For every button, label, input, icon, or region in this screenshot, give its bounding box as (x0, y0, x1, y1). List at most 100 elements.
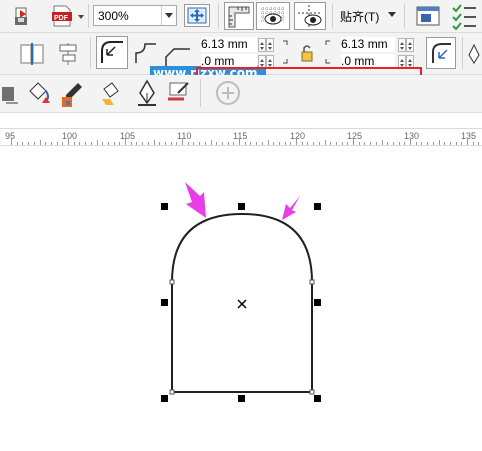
ruler-tick (147, 142, 149, 145)
checklist-icon[interactable] (450, 2, 480, 30)
object-origin-icon[interactable] (18, 41, 46, 67)
full-screen-button[interactable] (184, 4, 210, 27)
outline-pen-icon[interactable] (98, 79, 124, 109)
guidelines-button[interactable] (294, 2, 326, 30)
ruler-tick (119, 142, 121, 145)
ruler-tick (415, 142, 417, 145)
selection-handle[interactable] (161, 395, 168, 402)
ruler-tick (33, 142, 35, 145)
selection-handle[interactable] (161, 299, 168, 306)
ruler-tick (233, 142, 235, 145)
separator (332, 4, 333, 28)
align-icon[interactable] (56, 41, 82, 67)
guidelines-icon (298, 5, 322, 27)
shape-icon[interactable] (0, 81, 20, 107)
selection-handle[interactable] (238, 395, 245, 402)
ruler-tick (330, 142, 332, 145)
export-pdf-icon[interactable]: PDF (52, 5, 72, 27)
ruler-tick (45, 142, 47, 145)
ruler-tick (142, 142, 144, 145)
corner-size-top-left-spinner[interactable] (266, 38, 274, 52)
selection-handle[interactable] (314, 395, 321, 402)
ruler-tick (410, 138, 411, 145)
ruler-tick (85, 142, 87, 145)
corner-node[interactable] (169, 389, 175, 395)
selection-handle[interactable] (314, 299, 321, 306)
relative-corner-scaling-icon (432, 43, 451, 63)
separator (462, 37, 463, 69)
ruler-tick (444, 142, 446, 145)
options-icon[interactable] (414, 4, 442, 28)
chevron-down-icon[interactable] (78, 15, 84, 19)
grid-button[interactable] (256, 2, 290, 30)
ruler-tick (472, 142, 474, 145)
ruler-tick (164, 142, 166, 145)
ruler-tick (153, 140, 155, 145)
selection-handle[interactable] (238, 203, 245, 210)
ruler-tick (313, 142, 315, 145)
ruler-tick (256, 142, 258, 145)
ruler-tick (318, 142, 320, 145)
drawing-canvas[interactable] (0, 146, 482, 451)
ruler-tick (193, 142, 195, 145)
pen-icon[interactable] (466, 43, 482, 65)
snap-to-menu[interactable]: 贴齐(T) (340, 8, 379, 25)
eyedropper-icon[interactable] (58, 79, 88, 109)
corner-size-top-right-spinner[interactable] (406, 38, 414, 52)
ruler-tick (296, 138, 297, 145)
ruler-label: 105 (120, 131, 136, 141)
ruler-tick (227, 142, 229, 145)
ruler-tick (387, 142, 389, 145)
pen-icon[interactable] (134, 79, 160, 109)
corner-size-top-left-spinner[interactable] (258, 38, 266, 52)
corner-size-top-right-spinner[interactable] (398, 38, 406, 52)
ruler-tick (113, 142, 115, 145)
ruler-tick (96, 140, 98, 145)
ruler-tick (421, 142, 423, 145)
save-icon[interactable] (10, 6, 32, 26)
add-icon[interactable] (214, 79, 242, 107)
ruler-tick (398, 142, 400, 145)
chevron-down-icon[interactable] (388, 12, 396, 21)
center-mark-icon[interactable] (237, 299, 247, 309)
lock-ratio-icon[interactable] (300, 43, 314, 65)
ruler-tick (455, 142, 457, 145)
ruler-tick (370, 142, 372, 145)
corner-size-top-left[interactable]: 6.13 mm (201, 37, 257, 52)
ruler-tick (107, 142, 109, 145)
zoom-level-combo[interactable]: 300% (93, 5, 177, 26)
ruler-tick (432, 142, 434, 145)
ruler-label: 95 (5, 131, 16, 141)
ruler-tick (22, 142, 24, 145)
fill-icon[interactable] (24, 79, 54, 107)
scalloped-corner-icon[interactable] (132, 39, 160, 69)
ruler-tick (102, 142, 104, 145)
ruler-tick (392, 142, 394, 145)
ruler-tick (39, 140, 41, 145)
outline-icon[interactable] (164, 79, 192, 109)
selection-handle[interactable] (161, 203, 168, 210)
corner-node[interactable] (169, 279, 175, 285)
ruler-tick (324, 140, 326, 145)
ruler-label: 115 (233, 131, 248, 141)
ruler-tick (28, 142, 30, 145)
zoom-level-value: 300% (98, 9, 129, 23)
selection-handle[interactable] (314, 203, 321, 210)
corner-node[interactable] (309, 389, 315, 395)
chevron-down-icon[interactable] (161, 6, 176, 25)
ruler-tick (170, 142, 172, 145)
ruler-label: 135 (461, 131, 477, 141)
ruler-tick (90, 142, 92, 145)
corner-size-top-right[interactable]: 6.13 mm (341, 37, 395, 52)
annotation-arrow (185, 182, 206, 218)
corner-node[interactable] (309, 279, 315, 285)
rulers-button[interactable] (224, 2, 254, 30)
ruler-tick (187, 142, 189, 145)
horizontal-ruler[interactable]: 95 100 105 110 115 120 125 130 135 (0, 128, 482, 146)
ruler-tick (427, 142, 429, 145)
ruler-tick (244, 142, 246, 145)
ruler-tick (404, 142, 406, 145)
ruler-tick (182, 138, 183, 145)
ruler-tick (358, 142, 360, 145)
relative-corner-scaling-button[interactable] (426, 37, 456, 69)
